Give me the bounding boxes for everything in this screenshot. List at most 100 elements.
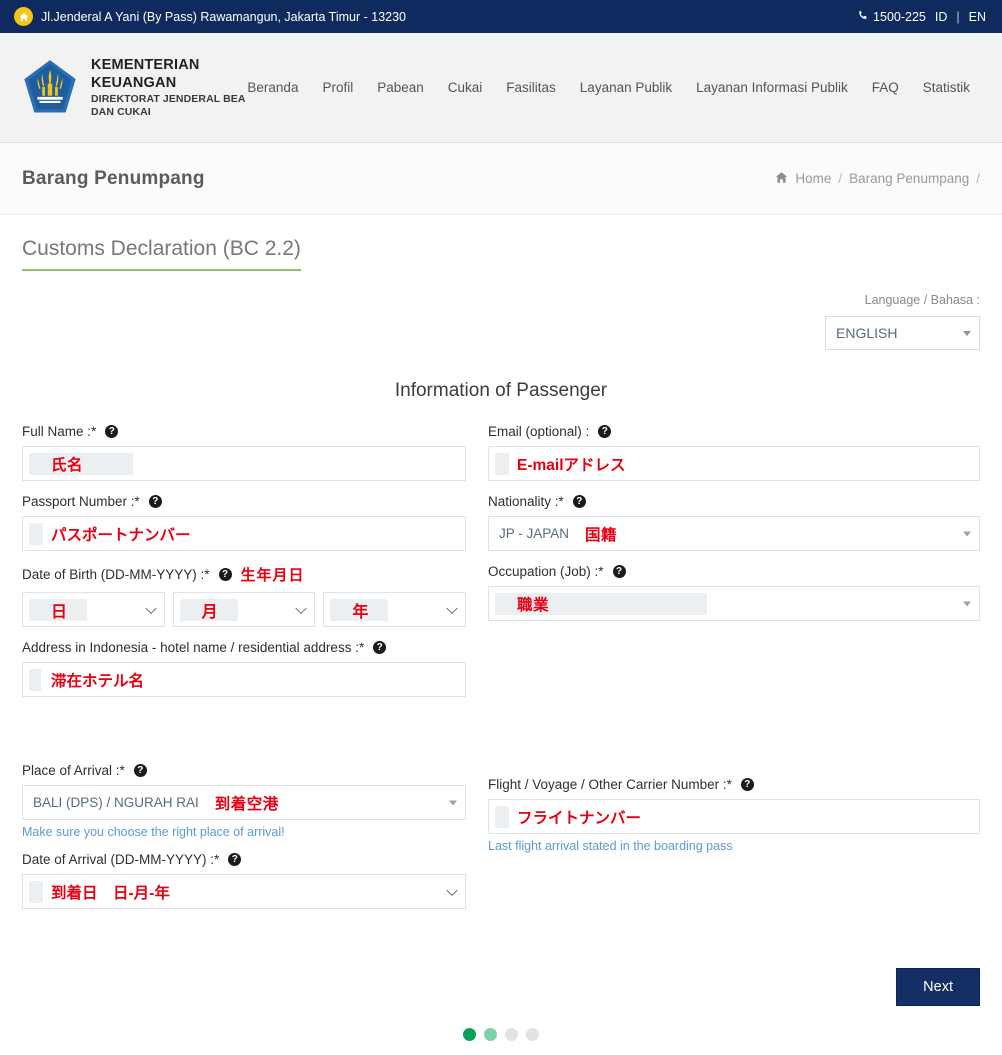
nationality-select[interactable]: JP - JAPAN 国籍	[488, 516, 980, 551]
dob-day-value: 日	[51, 603, 68, 621]
topbar-address-text: Jl.Jenderal A Yani (By Pass) Rawamangun,…	[41, 9, 406, 24]
breadcrumb-current[interactable]: Barang Penumpang	[849, 171, 969, 186]
flight-number-label-row: Flight / Voyage / Other Carrier Number :…	[488, 777, 980, 792]
nationality-annotation: 国籍	[585, 526, 618, 544]
breadcrumb: Home / Barang Penumpang /	[775, 171, 980, 187]
breadcrumb-home-link[interactable]: Home	[795, 171, 831, 186]
chevron-down-icon	[446, 602, 458, 614]
help-icon[interactable]: ?	[105, 425, 119, 438]
dob-label: Date of Birth (DD-MM-YYYY) :*	[22, 567, 210, 582]
flight-number-help: Last flight arrival stated in the boardi…	[488, 839, 733, 853]
step-dot-2[interactable]	[484, 1028, 497, 1041]
help-icon[interactable]: ?	[228, 853, 242, 866]
nav-item-layanan-publik[interactable]: Layanan Publik	[580, 80, 672, 95]
place-of-arrival-help: Make sure you choose the right place of …	[22, 825, 285, 839]
brand-primary: KEMENTERIAN KEUANGAN	[91, 57, 200, 92]
email-label-row: Email (optional) : ?	[488, 424, 980, 439]
place-of-arrival-select[interactable]: BALI (DPS) / NGURAH RAI 到着空港	[22, 785, 466, 820]
help-icon[interactable]: ?	[612, 565, 626, 578]
dob-year-select[interactable]: 年	[323, 592, 466, 627]
occupation-label-row: Occupation (Job) :* ?	[488, 564, 980, 579]
field-email: Email (optional) : ? E-mailアドレス	[488, 424, 980, 481]
language-label: Language / Bahasa :	[864, 293, 980, 307]
language-separator: |	[956, 9, 960, 24]
field-occupation: Occupation (Job) :* ? 職業	[488, 564, 980, 621]
help-icon[interactable]: ?	[373, 641, 387, 654]
full-name-label: Full Name :*	[22, 424, 97, 439]
page-title: Barang Penumpang	[22, 167, 205, 189]
place-of-arrival-value: BALI (DPS) / NGURAH RAI	[33, 795, 199, 810]
brand-logo-group[interactable]: KEMENTERIAN KEUANGAN DIREKTORAT JENDERAL…	[22, 56, 247, 119]
card-title: Customs Declaration (BC 2.2)	[22, 215, 301, 271]
card-title-row: Customs Declaration (BC 2.2)	[22, 215, 980, 271]
breadcrumb-separator-1: /	[838, 171, 843, 186]
passport-number-input[interactable]: パスポートナンバー	[22, 516, 466, 551]
nav-item-cukai[interactable]: Cukai	[448, 80, 483, 95]
page-title-band: Barang Penumpang Home / Barang Penumpang…	[0, 143, 1002, 215]
passport-annotation: パスポートナンバー	[51, 526, 191, 544]
nav-item-beranda[interactable]: Beranda	[247, 80, 298, 95]
step-dot-4[interactable]	[526, 1028, 539, 1041]
language-selector-group: Language / Bahasa : ENGLISH	[22, 271, 980, 350]
help-icon[interactable]: ?	[148, 495, 162, 508]
phone-link[interactable]: 1500-225	[857, 10, 926, 24]
passport-label: Passport Number :*	[22, 494, 140, 509]
occupation-label: Occupation (Job) :*	[488, 564, 604, 579]
dob-selects: 日 月 年	[22, 592, 466, 627]
help-icon[interactable]: ?	[218, 568, 232, 581]
form-grid: Full Name :* ? 氏名 Passport Number :* ? パ…	[22, 424, 980, 922]
next-button[interactable]: Next	[896, 968, 980, 1006]
nav-item-pabean[interactable]: Pabean	[377, 80, 424, 95]
dob-day-select[interactable]: 日	[22, 592, 165, 627]
address-input[interactable]: 滞在ホテル名	[22, 662, 466, 697]
language-en-link[interactable]: EN	[969, 10, 986, 24]
nav-item-faq[interactable]: FAQ	[872, 80, 899, 95]
nav-item-layanan-informasi-publik[interactable]: Layanan Informasi Publik	[696, 80, 848, 95]
occupation-select[interactable]: 職業	[488, 586, 980, 621]
topbar-contact-group: 1500-225 ID | EN	[857, 10, 986, 24]
help-icon[interactable]: ?	[598, 425, 612, 438]
phone-number: 1500-225	[873, 9, 926, 24]
field-address-in-indonesia: Address in Indonesia - hotel name / resi…	[22, 640, 466, 697]
chevron-down-icon	[963, 531, 971, 536]
dob-annotation: 生年月日	[240, 567, 305, 584]
nav-item-profil[interactable]: Profil	[322, 80, 353, 95]
chevron-down-icon	[449, 800, 457, 805]
place-of-arrival-annotation: 到着空港	[214, 795, 279, 813]
step-pagination	[22, 1006, 980, 1055]
full-name-input[interactable]: 氏名	[22, 446, 466, 481]
flight-number-annotation: フライトナンバー	[517, 809, 642, 827]
email-input[interactable]: E-mailアドレス	[488, 446, 980, 481]
brand-secondary: DIREKTORAT JENDERAL BEA DAN CUKAI	[91, 92, 246, 118]
step-dot-3[interactable]	[505, 1028, 518, 1041]
phone-icon	[857, 10, 868, 24]
address-label-row: Address in Indonesia - hotel name / resi…	[22, 640, 466, 655]
main-navigation: Beranda Profil Pabean Cukai Fasilitas La…	[247, 80, 980, 95]
help-icon[interactable]: ?	[740, 778, 754, 791]
language-select[interactable]: ENGLISH	[825, 316, 980, 350]
chevron-down-icon	[295, 602, 307, 614]
field-place-of-arrival: Place of Arrival :* ? BALI (DPS) / NGURA…	[22, 763, 466, 839]
flight-number-input[interactable]: フライトナンバー	[488, 799, 980, 834]
nav-item-fasilitas[interactable]: Fasilitas	[506, 80, 556, 95]
date-of-arrival-label: Date of Arrival (DD-MM-YYYY) :*	[22, 852, 220, 867]
language-id-link[interactable]: ID	[935, 10, 948, 24]
language-select-value: ENGLISH	[836, 325, 898, 341]
date-of-arrival-select[interactable]: 到着日 日-月-年	[22, 874, 466, 909]
dob-month-select[interactable]: 月	[172, 592, 316, 627]
dob-month-value: 月	[201, 603, 219, 621]
help-icon[interactable]: ?	[572, 495, 586, 508]
ministry-of-finance-logo-icon	[22, 59, 78, 117]
email-label: Email (optional) :	[488, 424, 590, 439]
date-of-arrival-annotation: 到着日 日-月-年	[51, 884, 170, 902]
top-utility-bar: Jl.Jenderal A Yani (By Pass) Rawamangun,…	[0, 0, 1002, 33]
form-actions: Next	[22, 922, 980, 1006]
field-full-name: Full Name :* ? 氏名	[22, 424, 466, 481]
step-dot-1[interactable]	[463, 1028, 476, 1041]
flight-number-label: Flight / Voyage / Other Carrier Number :…	[488, 777, 732, 792]
nav-item-statistik[interactable]: Statistik	[923, 80, 970, 95]
dob-year-value: 年	[352, 603, 369, 621]
help-icon[interactable]: ?	[133, 764, 147, 777]
passport-label-row: Passport Number :* ?	[22, 494, 466, 509]
field-nationality: Nationality :* ? JP - JAPAN 国籍	[488, 494, 980, 551]
